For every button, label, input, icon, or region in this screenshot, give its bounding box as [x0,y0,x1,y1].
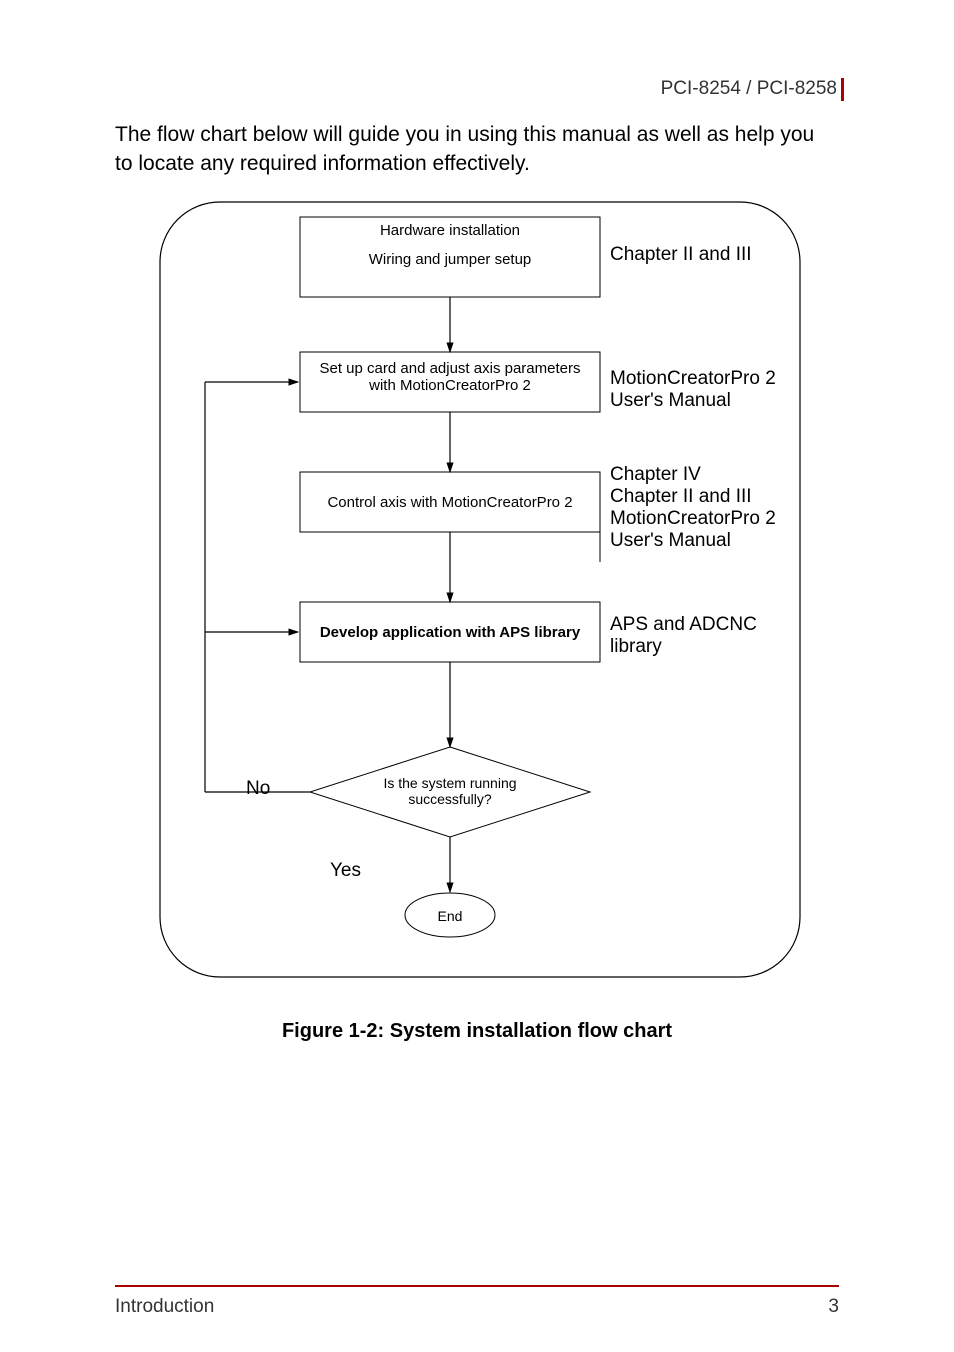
flow-annot-2: MotionCreatorPro 2 User's Manual [610,368,800,412]
flow-yes-label: Yes [330,860,361,882]
intro-paragraph: The flow chart below will guide you in u… [115,120,835,179]
flow-annot-1: Chapter II and III [610,244,800,266]
flow-end: End [420,908,480,924]
flow-box-develop: Develop application with APS library [305,624,595,641]
flow-box-control: Control axis with MotionCreatorPro 2 [305,494,595,511]
footer-section-name: Introduction [115,1296,214,1318]
flow-annot-3-line1: Chapter IV [610,464,810,486]
flow-annot-3-line3: MotionCreatorPro 2 User's Manual [610,508,776,551]
flow-decision: Is the system running successfully? [355,775,545,807]
flow-annot-3: Chapter IV Chapter II and III MotionCrea… [610,464,810,552]
header-accent-bar [841,78,844,101]
page-header: PCI-8254 / PCI-8258 [661,78,844,101]
flow-box-hardware-line2: Wiring and jumper setup [305,251,595,268]
figure-caption: Figure 1-2: System installation flow cha… [0,1020,954,1043]
flow-annot-4: APS and ADCNC library [610,614,800,658]
flow-box-hardware-line1: Hardware installation [305,222,595,239]
header-title: PCI-8254 / PCI-8258 [661,78,837,99]
flowchart-svg [150,192,810,992]
footer-page-number: 3 [828,1296,839,1318]
flow-box-setup: Set up card and adjust axis parameters w… [305,360,595,394]
flow-annot-3-line2: Chapter II and III [610,486,810,508]
flow-no-label: No [246,778,270,800]
footer-rule [115,1285,839,1287]
flow-box-hardware: Hardware installation Wiring and jumper … [305,222,595,268]
